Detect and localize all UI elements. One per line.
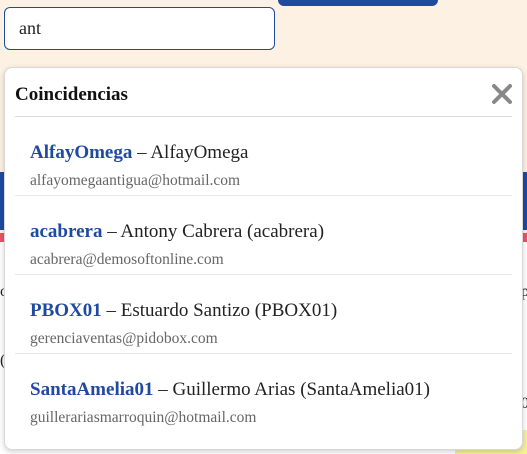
- result-username: PBOX01: [30, 300, 102, 321]
- result-title: AlfayOmega – AlfayOmega: [30, 142, 248, 164]
- result-email: acabrera@demosoftonline.com: [30, 251, 224, 268]
- result-item[interactable]: acabrera – Antony Cabrera (acabrera) aca…: [15, 196, 512, 275]
- result-display-name: Estuardo Santizo (PBOX01): [120, 300, 338, 321]
- result-username: AlfayOmega: [30, 142, 133, 163]
- result-username: acabrera: [30, 221, 103, 242]
- result-title: PBOX01 – Estuardo Santizo (PBOX01): [30, 300, 337, 322]
- result-separator: –: [132, 142, 151, 163]
- result-item[interactable]: SantaAmelia01 – Guillermo Arias (SantaAm…: [15, 354, 512, 432]
- matches-popup: Coincidencias AlfayOmega – AlfayOmega al…: [4, 67, 523, 450]
- search-input[interactable]: [4, 7, 275, 50]
- result-item[interactable]: PBOX01 – Estuardo Santizo (PBOX01) geren…: [15, 275, 512, 354]
- result-title: acabrera – Antony Cabrera (acabrera): [30, 221, 324, 243]
- result-title: SantaAmelia01 – Guillermo Arias (SantaAm…: [30, 379, 430, 401]
- result-separator: –: [102, 221, 121, 242]
- results-list: AlfayOmega – AlfayOmega alfayomegaantigu…: [5, 117, 522, 432]
- result-display-name: Guillermo Arias (SantaAmelia01): [172, 379, 431, 400]
- result-username: SantaAmelia01: [30, 379, 154, 400]
- result-item[interactable]: AlfayOmega – AlfayOmega alfayomegaantigu…: [15, 117, 512, 196]
- popup-title: Coincidencias: [15, 84, 128, 105]
- result-display-name: Antony Cabrera (acabrera): [120, 221, 325, 242]
- result-separator: –: [101, 300, 121, 321]
- popup-header: Coincidencias: [5, 68, 522, 116]
- result-separator: –: [153, 379, 173, 400]
- background-button: [278, 0, 438, 6]
- result-email: guillerariasmarroquin@hotmail.com: [30, 409, 257, 426]
- result-display-name: AlfayOmega: [150, 142, 249, 163]
- close-icon[interactable]: [490, 82, 514, 106]
- result-email: alfayomegaantigua@hotmail.com: [30, 172, 241, 189]
- result-email: gerenciaventas@pidobox.com: [30, 330, 218, 347]
